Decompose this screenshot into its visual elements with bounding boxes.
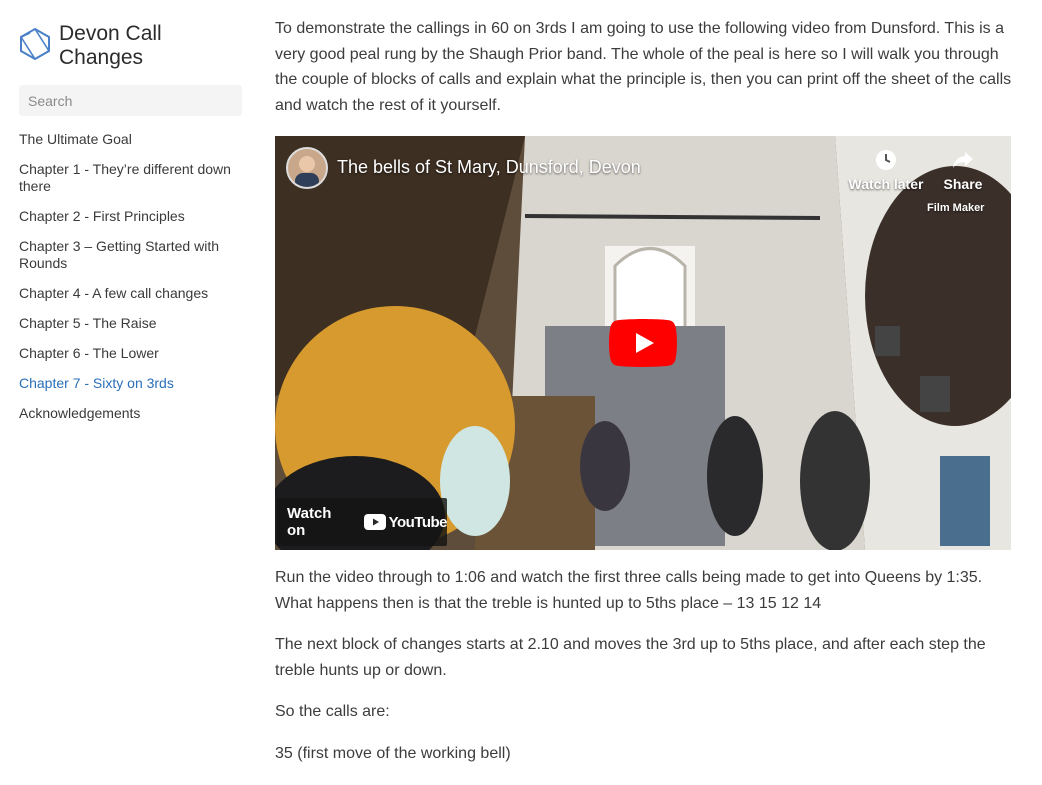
watch-on-youtube-button[interactable]: Watch on YouTube [277,498,448,546]
watch-on-label: Watch on [287,505,332,539]
clock-icon [876,150,896,170]
share-button[interactable]: Share [937,148,989,192]
logo-icon [20,27,50,61]
nav-item-ultimate-goal[interactable]: The Ultimate Goal [19,131,244,148]
play-button-icon[interactable] [609,319,677,367]
nav-item-acknowledgements[interactable]: Acknowledgements [19,405,244,422]
watch-later-button[interactable]: Watch later [845,148,927,192]
nav-item-chapter-4[interactable]: Chapter 4 - A few call changes [19,285,244,302]
film-maker-label: Film Maker [927,202,985,214]
nav-item-chapter-2[interactable]: Chapter 2 - First Principles [19,208,244,225]
avatar-icon [295,156,319,187]
site-title[interactable]: Devon Call Changes [59,22,219,70]
paragraph-first-call: 35 (first move of the working bell) [275,745,511,762]
chapter-nav: The Ultimate Goal Chapter 1 - They’re di… [19,131,244,435]
youtube-icon [363,514,386,530]
youtube-logo: YouTube [363,513,448,531]
search-input[interactable] [19,85,242,116]
nav-item-chapter-1[interactable]: Chapter 1 - They’re different down there [19,161,244,195]
nav-item-chapter-5[interactable]: Chapter 5 - The Raise [19,315,244,332]
brand[interactable]: Devon Call Changes [18,22,219,70]
nav-item-chapter-7[interactable]: Chapter 7 - Sixty on 3rds [19,375,244,392]
watch-later-label: Watch later [848,176,924,192]
video-title[interactable]: The bells of St Mary, Dunsford, Devon [337,157,641,178]
paragraph-run-video: Run the video through to 1:06 and watch … [275,569,983,612]
intro-paragraph: To demonstrate the callings in 60 on 3rd… [275,20,1012,114]
nav-item-chapter-3[interactable]: Chapter 3 – Getting Started with Rounds [19,238,244,272]
video-embed[interactable]: The bells of St Mary, Dunsford, Devon Wa… [275,136,1011,550]
channel-avatar[interactable] [286,147,328,189]
share-label: Share [943,176,983,192]
share-icon [953,152,973,168]
sidebar: Devon Call Changes The Ultimate Goal Cha… [0,0,258,785]
youtube-wordmark: YouTube [388,513,448,531]
paragraph-next-block: The next block of changes starts at 2.10… [275,636,986,679]
nav-item-chapter-6[interactable]: Chapter 6 - The Lower [19,345,244,362]
paragraph-calls-intro: So the calls are: [275,703,390,720]
